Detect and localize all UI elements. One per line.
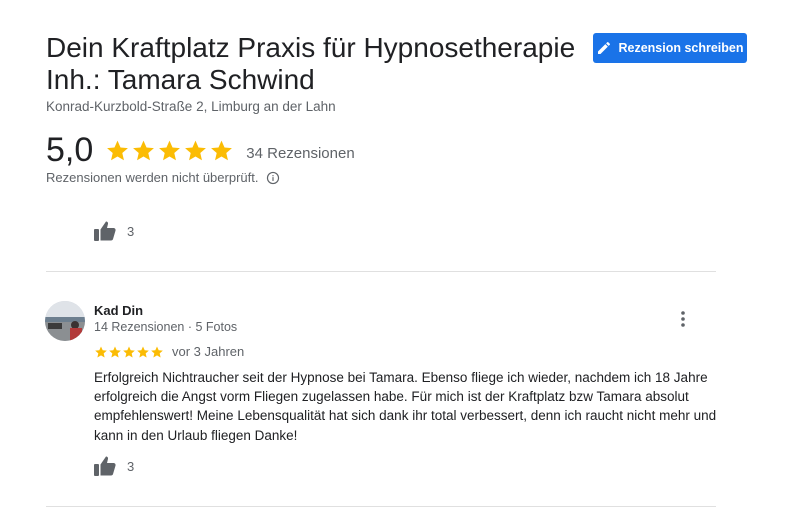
star-icon: [137, 345, 149, 357]
business-title: Dein Kraftplatz Praxis für Hypnosetherap…: [46, 32, 576, 95]
star-icon: [151, 345, 163, 357]
thumbs-up-icon: [94, 221, 116, 241]
review-stars: [94, 345, 164, 359]
thumbs-up-icon: [94, 456, 116, 476]
business-address: Konrad-Kurzbold-Straße 2, Limburg an der…: [46, 99, 336, 114]
review-text: Erfolgreich Nichtraucher seit der Hypnos…: [94, 370, 717, 443]
more-options-button[interactable]: [672, 308, 694, 330]
star-icon: [133, 140, 155, 160]
star-icon: [211, 140, 233, 160]
star-icon: [109, 345, 121, 357]
disclaimer-text: Rezensionen werden nicht überprüft.: [46, 170, 259, 185]
reviewer-name[interactable]: Kad Din: [94, 303, 143, 318]
info-icon[interactable]: [266, 171, 280, 185]
review-count-link[interactable]: 34 Rezensionen: [246, 145, 354, 162]
star-icon: [185, 140, 207, 160]
review-like-button[interactable]: 3: [93, 455, 134, 477]
rating-value: 5,0: [46, 131, 94, 169]
previous-review-text-fragment: [93, 190, 613, 198]
pencil-icon: [598, 41, 611, 54]
previous-review-like-count: 3: [127, 223, 135, 239]
review-date: vor 3 Jahren: [172, 344, 245, 359]
write-review-button[interactable]: Rezension schreiben: [593, 33, 747, 63]
star-icon: [159, 140, 181, 160]
review-divider: [46, 506, 716, 507]
reviewer-avatar[interactable]: [45, 301, 85, 341]
review-like-count: 3: [127, 458, 135, 474]
previous-review-like-button[interactable]: 3: [93, 220, 134, 242]
rating-summary: 5,0 34 Rezensionen: [46, 130, 355, 170]
star-icon: [107, 140, 129, 160]
more-vert-icon: [681, 311, 685, 327]
star-icon: [123, 345, 135, 357]
rating-stars: [105, 138, 234, 163]
review-rating: vor 3 Jahren: [94, 344, 244, 359]
review-divider: [46, 271, 716, 272]
reviewer-meta: 14 Rezensionen · 5 Fotos: [94, 320, 238, 334]
write-review-label: Rezension schreiben: [618, 41, 744, 55]
review-disclaimer: Rezensionen werden nicht überprüft.: [46, 170, 280, 185]
star-icon: [95, 345, 107, 357]
